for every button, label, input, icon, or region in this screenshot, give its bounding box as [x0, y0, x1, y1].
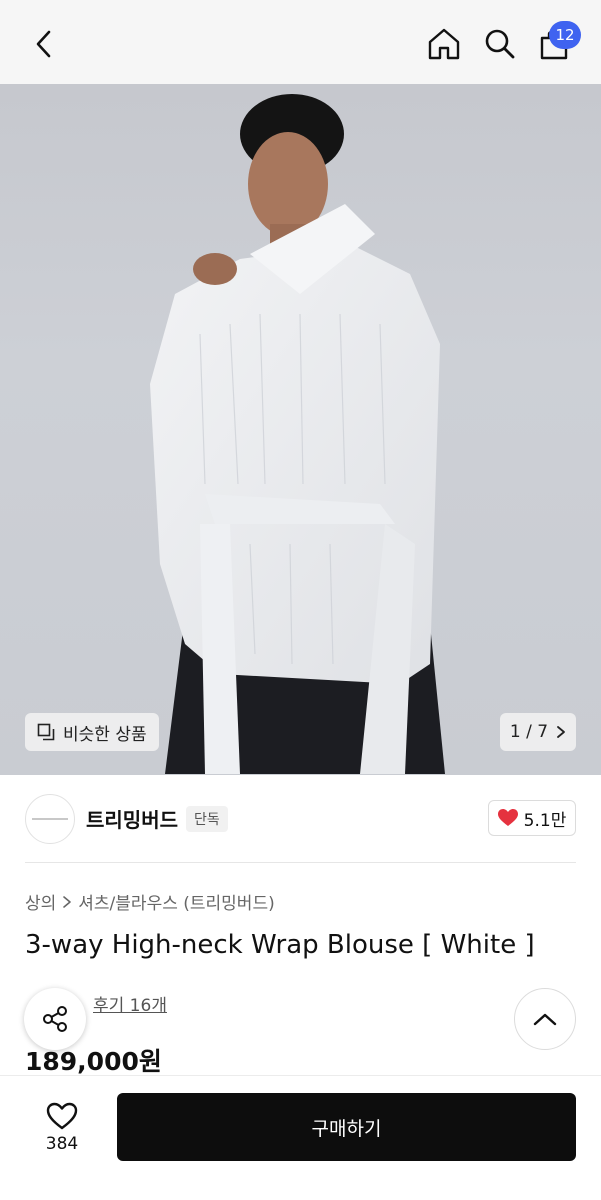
chevron-right-icon [557, 726, 565, 738]
product-image[interactable] [0, 84, 601, 775]
breadcrumb-subcategory[interactable]: 셔츠/블라우스 (트리밍버드) [78, 889, 274, 914]
chevron-right-icon [63, 895, 72, 908]
breadcrumb-category[interactable]: 상의 [25, 889, 56, 914]
review-link[interactable]: 후기 16개 [93, 991, 167, 1016]
share-button[interactable] [24, 988, 86, 1050]
brand-name[interactable]: 트리밍버드 [86, 804, 178, 833]
cart-count-badge: 12 [549, 21, 581, 49]
similar-products-label: 비슷한 상품 [63, 724, 147, 745]
share-icon [43, 1006, 67, 1032]
section-divider [25, 862, 576, 863]
wishlist-button[interactable]: 384 [32, 1093, 92, 1163]
home-button[interactable] [422, 22, 466, 66]
search-icon [485, 29, 515, 59]
search-button[interactable] [478, 22, 522, 66]
brand-like-button[interactable]: 5.1만 [488, 800, 576, 836]
breadcrumb: 상의 셔츠/블라우스 (트리밍버드) [25, 889, 275, 914]
home-icon [428, 28, 460, 60]
image-pager-count: 1 / 7 [509, 722, 549, 742]
copy-icon [37, 723, 55, 741]
brand-like-count: 5.1만 [523, 810, 567, 831]
image-pager[interactable]: 1 / 7 [500, 713, 576, 751]
product-title: 3-way High-neck Wrap Blouse [ White ] [25, 930, 535, 960]
scroll-to-top-button[interactable] [514, 988, 576, 1050]
back-button[interactable] [22, 22, 66, 66]
product-price: 189,000원 [25, 1047, 162, 1076]
exclusive-badge: 단독 [186, 806, 228, 832]
top-navigation-bar: 12 [0, 0, 601, 84]
similar-products-button[interactable]: 비슷한 상품 [25, 713, 159, 751]
brand-logo[interactable] [25, 794, 75, 844]
heart-filled-icon [497, 809, 518, 826]
chevron-up-icon [533, 1013, 557, 1026]
back-arrow-icon [36, 30, 51, 58]
wishlist-count: 384 [45, 1134, 79, 1154]
product-photo [150, 94, 445, 774]
heart-outline-icon [46, 1102, 78, 1130]
buy-button[interactable]: 구매하기 [117, 1093, 576, 1161]
brand-logo-mark [32, 818, 68, 820]
